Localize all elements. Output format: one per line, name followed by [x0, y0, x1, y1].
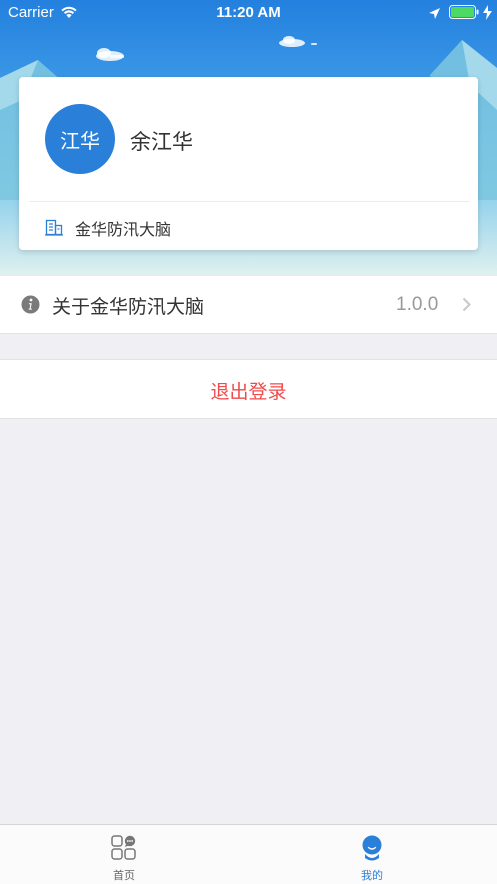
app-version: 1.0.0 — [396, 294, 439, 315]
battery-icon — [449, 5, 480, 24]
status-bar: Carrier 11:20 AM — [0, 0, 497, 26]
logout-label: 退出登录 — [210, 381, 287, 403]
tab-mine[interactable]: 我的 — [312, 825, 432, 884]
tab-bar: 首页 我的 — [0, 824, 497, 884]
tab-home[interactable]: 首页 — [64, 825, 184, 884]
info-icon — [21, 295, 40, 318]
logout-button[interactable]: 退出登录 — [0, 359, 497, 419]
about-app-row[interactable]: 关于金华防汛大脑 1.0.0 — [0, 276, 497, 334]
user-name: 余江华 — [130, 130, 193, 154]
person-icon — [359, 835, 385, 865]
tab-mine-label: 我的 — [361, 869, 383, 882]
about-label: 关于金华防汛大脑 — [52, 296, 205, 318]
clock-time: 11:20 AM — [216, 4, 281, 21]
location-arrow-icon — [428, 6, 441, 24]
organization-name: 金华防汛大脑 — [75, 220, 172, 239]
tab-home-label: 首页 — [113, 869, 135, 882]
card-divider — [29, 201, 470, 202]
charging-bolt-icon — [483, 5, 492, 24]
profile-card[interactable]: 江华 余江华 金华防汛大脑 — [19, 77, 478, 250]
chevron-right-icon — [462, 297, 471, 316]
avatar: 江华 — [45, 104, 115, 174]
grid-chat-icon — [111, 835, 137, 865]
building-icon — [45, 219, 63, 240]
